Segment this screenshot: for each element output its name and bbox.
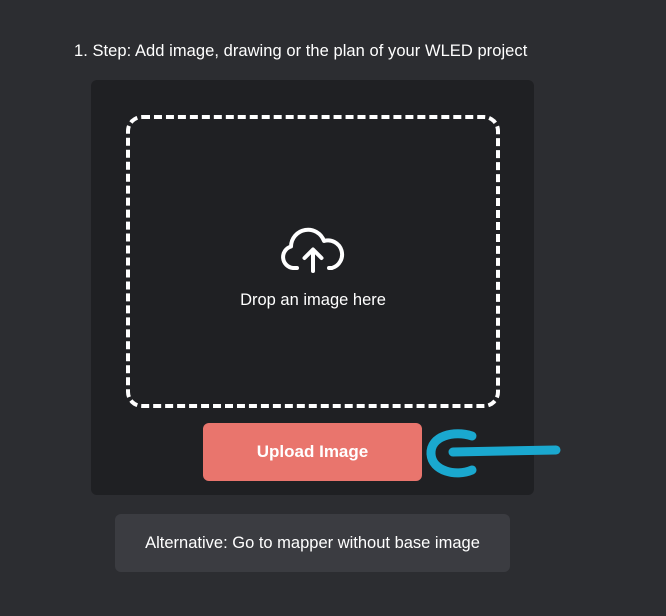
dropzone-text: Drop an image here [240,291,386,309]
image-dropzone[interactable]: Drop an image here [126,115,500,408]
alternative-mapper-button[interactable]: Alternative: Go to mapper without base i… [115,514,510,572]
upload-image-button[interactable]: Upload Image [203,423,422,481]
arrow-pointer-icon [426,429,561,478]
cloud-upload-icon [281,227,345,273]
step-title: 1. Step: Add image, drawing or the plan … [74,42,528,60]
